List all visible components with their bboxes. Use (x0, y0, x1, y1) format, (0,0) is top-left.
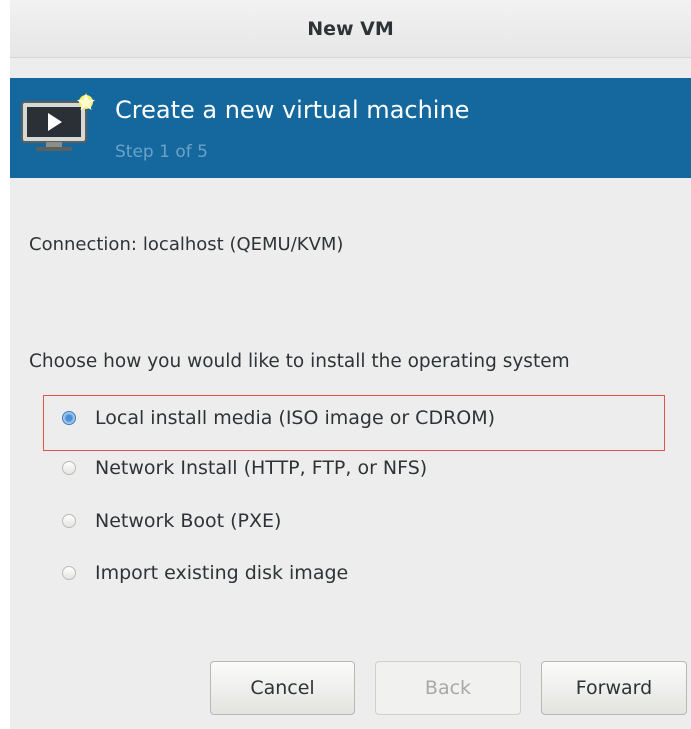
radio-label: Network Install (HTTP, FTP, or NFS) (95, 457, 428, 479)
radio-button[interactable] (62, 566, 76, 580)
new-vm-window: New VM Create a new virtual machine Step… (10, 0, 691, 729)
install-method-prompt: Choose how you would like to install the… (29, 351, 570, 372)
radio-network-boot[interactable]: Network Boot (PXE) (62, 506, 281, 536)
radio-button[interactable] (62, 514, 76, 528)
radio-import-disk-image[interactable]: Import existing disk image (62, 558, 348, 588)
radio-label: Import existing disk image (95, 562, 349, 584)
monitor-play-icon (21, 93, 95, 151)
connection-label: Connection: (29, 234, 137, 255)
wizard-step: Step 1 of 5 (115, 142, 208, 162)
connection-value: localhost (QEMU/KVM) (142, 234, 344, 255)
radio-network-install[interactable]: Network Install (HTTP, FTP, or NFS) (62, 453, 427, 483)
radio-local-install-media[interactable]: Local install media (ISO image or CDROM) (62, 403, 495, 433)
radio-label: Network Boot (PXE) (95, 510, 282, 532)
radio-button[interactable] (62, 461, 76, 475)
window-title: New VM (307, 17, 394, 40)
wizard-title: Create a new virtual machine (115, 96, 470, 124)
back-button[interactable]: Back (375, 661, 521, 715)
cancel-button[interactable]: Cancel (210, 661, 355, 715)
forward-button[interactable]: Forward (541, 661, 687, 715)
radio-button[interactable] (62, 411, 76, 425)
title-bar[interactable]: New VM (10, 0, 691, 58)
radio-label: Local install media (ISO image or CDROM) (95, 407, 496, 429)
connection-row: Connection: localhost (QEMU/KVM) (29, 234, 343, 255)
wizard-banner: Create a new virtual machine Step 1 of 5 (10, 78, 691, 178)
